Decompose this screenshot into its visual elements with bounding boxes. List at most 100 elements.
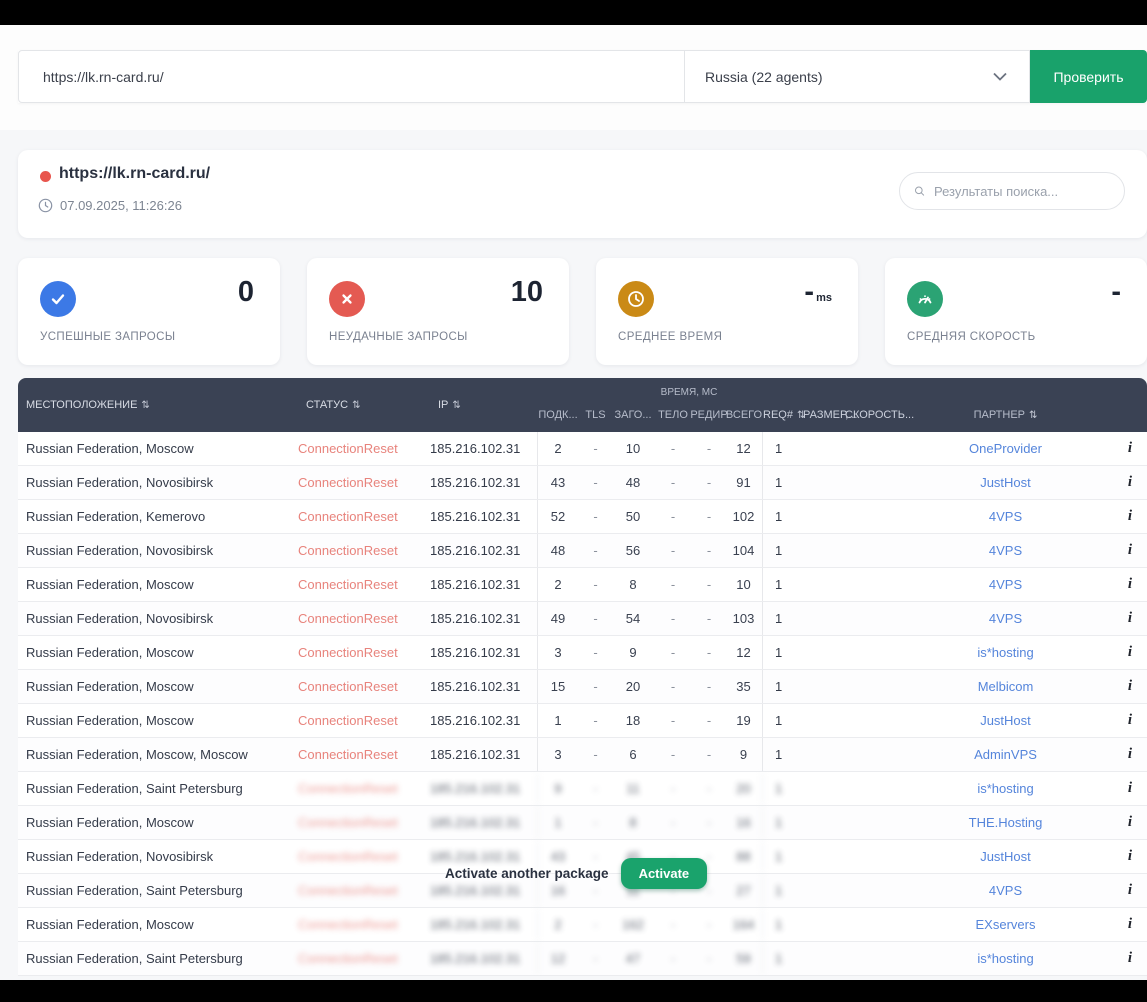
partner-link[interactable]: is*hosting (898, 942, 1113, 975)
info-icon[interactable]: i (1113, 942, 1147, 975)
table-row[interactable]: Russian Federation, Novosibirsk Connecti… (18, 466, 1147, 500)
info-icon[interactable]: i (1113, 704, 1147, 737)
info-icon[interactable]: i (1113, 874, 1147, 907)
table-row[interactable]: Russian Federation, Novosibirsk Connecti… (18, 602, 1147, 636)
cell-location: Russian Federation, Moscow (18, 908, 298, 941)
cell-status: ConnectionReset (298, 500, 430, 533)
table-row[interactable]: Russian Federation, Moscow ConnectionRes… (18, 568, 1147, 602)
table-row[interactable]: Russian Federation, Moscow, Moscow Conne… (18, 738, 1147, 772)
cell-location: Russian Federation, Moscow (18, 670, 298, 703)
url-input[interactable] (18, 50, 685, 103)
info-icon[interactable]: i (1113, 636, 1147, 669)
col-header-location[interactable]: МЕСТОПОЛОЖЕНИЕ⇅ (18, 378, 298, 432)
cell-ip: 185.216.102.31 (430, 704, 538, 737)
activate-button[interactable]: Activate (621, 858, 708, 889)
info-icon[interactable]: i (1113, 738, 1147, 771)
info-icon[interactable]: i (1113, 568, 1147, 601)
cell-status: ConnectionReset (298, 568, 430, 601)
cell-tls: - (578, 738, 613, 771)
table-row[interactable]: Russian Federation, Moscow ConnectionRes… (18, 670, 1147, 704)
table-row[interactable]: Russian Federation, Saint Petersburg Con… (18, 772, 1147, 806)
cell-connect: 1 (538, 806, 578, 839)
info-icon[interactable]: i (1113, 908, 1147, 941)
table-row[interactable]: Russian Federation, Moscow ConnectionRes… (18, 908, 1147, 942)
col-header-partner[interactable]: ПАРТНЕР⇅ (898, 378, 1113, 432)
cell-redirect: - (693, 568, 725, 601)
cell-load: 47 (613, 942, 653, 975)
table-row[interactable]: Russian Federation, Novosibirsk Connecti… (18, 534, 1147, 568)
timestamp-row: 07.09.2025, 11:26:26 (38, 198, 182, 213)
partner-link[interactable]: EXservers (898, 908, 1113, 941)
cell-req: 1 (763, 500, 803, 533)
col-header-req[interactable]: REQ#⇅ (763, 378, 803, 432)
cell-location: Russian Federation, Novosibirsk (18, 466, 298, 499)
info-icon[interactable]: i (1113, 840, 1147, 873)
cell-req: 1 (763, 602, 803, 635)
table-row[interactable]: Russian Federation, Moscow ConnectionRes… (18, 806, 1147, 840)
cell-redirect: - (693, 500, 725, 533)
info-icon[interactable]: i (1113, 772, 1147, 805)
partner-link[interactable]: AdminVPS (898, 738, 1113, 771)
cell-ip: 185.216.102.31 (430, 738, 538, 771)
cell-size (803, 908, 845, 941)
table-row[interactable]: Russian Federation, Kemerovo ConnectionR… (18, 500, 1147, 534)
cell-tls: - (578, 534, 613, 567)
info-icon[interactable]: i (1113, 466, 1147, 499)
info-icon[interactable]: i (1113, 534, 1147, 567)
partner-link[interactable]: JustHost (898, 840, 1113, 873)
search-box[interactable] (899, 172, 1125, 210)
col-header-info (1113, 378, 1147, 432)
col-header-status[interactable]: СТАТУС⇅ (298, 378, 430, 432)
col-header-ip[interactable]: IP⇅ (430, 378, 538, 432)
cell-location: Russian Federation, Saint Petersburg (18, 942, 298, 975)
cell-location: Russian Federation, Kemerovo (18, 500, 298, 533)
check-button[interactable]: Проверить (1030, 50, 1147, 103)
cell-location: Russian Federation, Moscow (18, 636, 298, 669)
cell-body: - (653, 772, 693, 805)
screen-frame: Russia (22 agents) Проверить https://lk.… (0, 0, 1147, 1002)
table-row[interactable]: Russian Federation, Saint Petersburg Con… (18, 942, 1147, 976)
table-body: Russian Federation, Moscow ConnectionRes… (18, 432, 1147, 976)
cell-size (803, 670, 845, 703)
info-icon[interactable]: i (1113, 806, 1147, 839)
table-row[interactable]: Russian Federation, Moscow ConnectionRes… (18, 432, 1147, 466)
partner-link[interactable]: is*hosting (898, 772, 1113, 805)
search-input[interactable] (934, 184, 1110, 199)
cell-req: 1 (763, 772, 803, 805)
info-icon[interactable]: i (1113, 500, 1147, 533)
partner-link[interactable]: THE.Hosting (898, 806, 1113, 839)
cell-ip: 185.216.102.31 (430, 534, 538, 567)
cell-size (803, 432, 845, 465)
info-icon[interactable]: i (1113, 670, 1147, 703)
partner-link[interactable]: OneProvider (898, 432, 1113, 465)
cell-size (803, 772, 845, 805)
partner-link[interactable]: is*hosting (898, 636, 1113, 669)
info-icon[interactable]: i (1113, 602, 1147, 635)
table-row[interactable]: Russian Federation, Moscow ConnectionRes… (18, 704, 1147, 738)
cell-ip: 185.216.102.31 (430, 432, 538, 465)
status-dot-icon (40, 171, 51, 182)
partner-link[interactable]: JustHost (898, 466, 1113, 499)
partner-link[interactable]: 4VPS (898, 874, 1113, 907)
x-circle-icon (329, 281, 365, 317)
cell-redirect: - (693, 534, 725, 567)
cell-size (803, 500, 845, 533)
stats-row: 0 УСПЕШНЫЕ ЗАПРОСЫ 10 НЕУДАЧНЫЕ ЗАПРОСЫ … (18, 258, 1147, 365)
cell-ip: 185.216.102.31 (430, 908, 538, 941)
partner-link[interactable]: 4VPS (898, 534, 1113, 567)
partner-link[interactable]: Melbicom (898, 670, 1113, 703)
region-select[interactable]: Russia (22 agents) (685, 50, 1030, 103)
info-icon[interactable]: i (1113, 432, 1147, 465)
cell-location: Russian Federation, Novosibirsk (18, 602, 298, 635)
partner-link[interactable]: 4VPS (898, 568, 1113, 601)
cell-req: 1 (763, 636, 803, 669)
cell-total: 9 (725, 738, 763, 771)
partner-link[interactable]: 4VPS (898, 602, 1113, 635)
partner-link[interactable]: JustHost (898, 704, 1113, 737)
cell-tls: - (578, 704, 613, 737)
table-row[interactable]: Russian Federation, Moscow ConnectionRes… (18, 636, 1147, 670)
cell-status: ConnectionReset (298, 704, 430, 737)
cell-connect: 52 (538, 500, 578, 533)
cell-req: 1 (763, 670, 803, 703)
partner-link[interactable]: 4VPS (898, 500, 1113, 533)
